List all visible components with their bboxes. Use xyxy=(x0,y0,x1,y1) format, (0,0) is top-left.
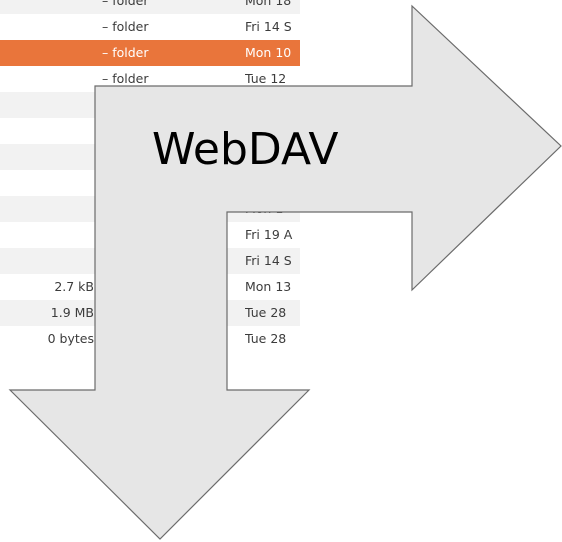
right-and-down-arrow-icon xyxy=(8,4,562,540)
webdav-logo-text: WebDAV xyxy=(152,124,339,175)
webdav-arrows-graphic xyxy=(8,4,562,540)
